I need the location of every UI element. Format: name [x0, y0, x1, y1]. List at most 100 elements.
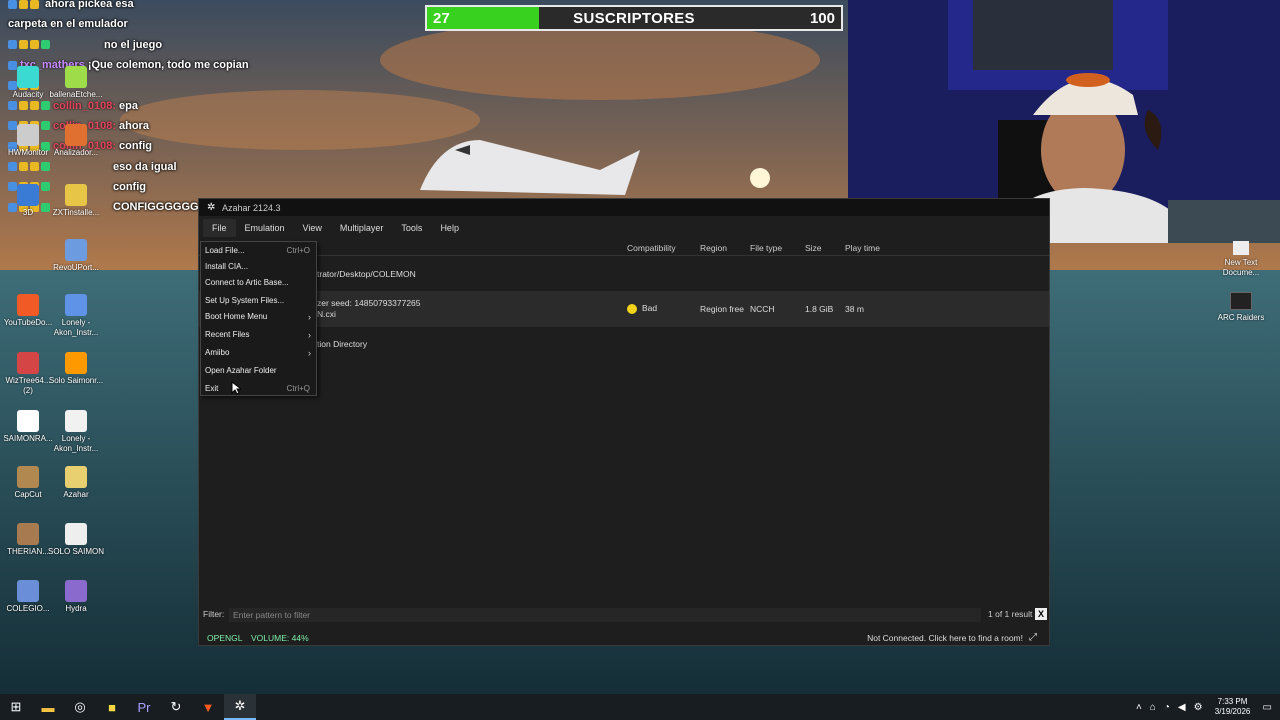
notification-icon[interactable]: ▭: [1263, 702, 1272, 713]
clock[interactable]: 7:33 PM 3/19/2026: [1211, 697, 1255, 717]
network-icon[interactable]: ⤢: [1029, 632, 1037, 643]
solo-saimonr-icon: [65, 352, 87, 374]
zxtinstaller-icon: [65, 184, 87, 206]
network-status[interactable]: Not Connected. Click here to find a room…: [867, 633, 1023, 643]
col-compatibility[interactable]: Compatibility: [627, 243, 676, 253]
file-menu-item-exit[interactable]: Exit Ctrl+Q: [201, 381, 316, 397]
renderer-status[interactable]: OPENGL: [207, 633, 242, 643]
start-icon[interactable]: ⊞: [0, 694, 32, 720]
desktop-icon-solo-saimonr[interactable]: Solo Saimonr...: [48, 352, 104, 386]
desktop-icon-ballenaetche[interactable]: ballenaEtche...: [48, 66, 104, 100]
file-menu-item-connect-to-artic-base[interactable]: Connect to Artic Base...: [201, 275, 316, 291]
submenu-arrow-icon: ›: [308, 348, 311, 358]
3d-icon: [17, 184, 39, 206]
premiere-icon[interactable]: Pr: [128, 694, 160, 720]
col-play-time[interactable]: Play time: [845, 243, 880, 253]
file-menu-item-load-file[interactable]: Load File... Ctrl+O: [201, 243, 316, 259]
analizador-icon: [65, 124, 87, 146]
menu-view[interactable]: View: [294, 219, 331, 237]
refresh-app-icon[interactable]: ↻: [160, 694, 192, 720]
sticky-icon[interactable]: ■: [96, 694, 128, 720]
menu-emulation[interactable]: Emulation: [236, 219, 294, 237]
chat-line: carpeta en el emulador: [8, 18, 128, 31]
col-region[interactable]: Region: [700, 243, 727, 253]
wifi-icon[interactable]: ◔: [1164, 702, 1170, 713]
desktop-icon-analizador[interactable]: Analizador...: [48, 124, 104, 158]
hydra-icon: [65, 580, 87, 602]
hwmonitor-icon: [17, 124, 39, 146]
volume-status[interactable]: VOLUME: 44%: [251, 633, 309, 643]
desktop-icon-solo-saimon[interactable]: SOLO SAIMON: [48, 523, 104, 557]
subscriber-goal-bar: 27 SUSCRIPTORES 100: [425, 5, 843, 31]
submenu-arrow-icon: ›: [308, 330, 311, 340]
file-menu-item-amiibo[interactable]: Amiibo ›: [201, 345, 316, 361]
file-explorer-icon[interactable]: ▬: [32, 694, 64, 720]
network-tray-icon[interactable]: ⌂: [1150, 702, 1156, 713]
taskbar: ⊞ ▬ ◎ ■ Pr ↻ ▼ ✲ ˄ ⌂ ◔ ◀ ⚙ 7:33 PM 3/19/…: [0, 694, 1280, 720]
chat-line: no el juego: [8, 35, 268, 55]
volume-icon[interactable]: ◀: [1178, 702, 1186, 713]
game-row[interactable]: zer seed: 14850793377265 N.cxi Bad Regio…: [199, 291, 1049, 327]
file-menu-item-boot-home-menu[interactable]: Boot Home Menu ›: [201, 309, 316, 325]
chat-line: ahora pickea esa: [8, 0, 268, 14]
filter-label: Filter:: [203, 609, 225, 619]
compat-bad-indicator: [627, 303, 637, 314]
lonely-akon-icon: [65, 294, 87, 316]
desktop-icon-revouport[interactable]: RevoUPort...: [48, 239, 104, 273]
gear-icon[interactable]: ⚙: [1194, 702, 1203, 713]
game-list-header: Compatibility Region File type Size Play…: [199, 240, 1049, 256]
chat-line: eso da igual: [8, 156, 268, 176]
window-titlebar[interactable]: ✲ Azahar 2124.3: [199, 199, 1049, 216]
mouse-cursor-icon: [231, 381, 241, 395]
desktop-icon-lonely-akon[interactable]: Lonely - Akon_Instr...: [48, 294, 104, 338]
desktop-icon-new-text-document[interactable]: New Text Docume...: [1210, 241, 1272, 278]
app-directory-row[interactable]: tion Directory: [199, 339, 1049, 351]
filter-result-count: 1 of 1 result: [988, 609, 1033, 619]
brave-icon[interactable]: ▼: [192, 694, 224, 720]
compatibility-cell: Bad: [627, 303, 657, 314]
desktop-icon-azahar[interactable]: Azahar: [48, 466, 104, 500]
desktop-icon-lonely-akon-2[interactable]: Lonely - Akon_Instr...: [48, 410, 104, 454]
system-tray: ˄ ⌂ ◔ ◀ ⚙ 7:33 PM 3/19/2026 ▭: [1136, 694, 1280, 720]
ballenaetche-icon: [65, 66, 87, 88]
region-cell: Region free: [700, 304, 744, 314]
menu-file[interactable]: File: [203, 219, 236, 237]
submenu-arrow-icon: ›: [308, 312, 311, 322]
azahar-window: ✲ Azahar 2124.3 File Emulation View Mult…: [198, 198, 1050, 646]
file-menu-item-set-up-system-files[interactable]: Set Up System Files...: [201, 293, 316, 309]
subscriber-label: SUSCRIPTORES: [573, 9, 695, 27]
saimonra-icon: [17, 410, 39, 432]
youtubedo-icon: [17, 294, 39, 316]
folder-row[interactable]: trator/Desktop/COLEMON: [199, 269, 1049, 281]
therian-icon: [17, 523, 39, 545]
clear-filter-button[interactable]: X: [1035, 608, 1047, 620]
file-menu-item-install-cia[interactable]: Install CIA...: [201, 259, 316, 275]
menu-help[interactable]: Help: [431, 219, 468, 237]
shortcut-label: Ctrl+Q: [286, 384, 310, 393]
col-file-type[interactable]: File type: [750, 243, 782, 253]
menu-bar: File Emulation View Multiplayer Tools He…: [199, 216, 1049, 240]
file-menu-item-recent-files[interactable]: Recent Files ›: [201, 327, 316, 343]
azahar-icon[interactable]: ✲: [224, 694, 256, 720]
audacity-icon: [17, 66, 39, 88]
file-menu-item-open-azahar-folder[interactable]: Open Azahar Folder: [201, 363, 316, 379]
menu-tools[interactable]: Tools: [392, 219, 431, 237]
playtime-cell: 38 m: [845, 304, 864, 314]
desktop-icon-zxtinstaller[interactable]: ZXTinstalle...: [48, 184, 104, 218]
desktop-icon-hydra[interactable]: Hydra: [48, 580, 104, 614]
menu-multiplayer[interactable]: Multiplayer: [331, 219, 393, 237]
colegio-icon: [17, 580, 39, 602]
chevron-up-icon[interactable]: ˄: [1136, 702, 1142, 713]
filter-bar: Filter: Enter pattern to filter 1 of 1 r…: [199, 606, 1049, 624]
filter-input[interactable]: Enter pattern to filter: [229, 608, 981, 622]
filetype-cell: NCCH: [750, 304, 775, 314]
file-menu-dropdown: Load File... Ctrl+O Install CIA... Connect …: [200, 241, 317, 396]
solo-saimon-icon: [65, 523, 87, 545]
text-document-icon: [1233, 241, 1249, 255]
desktop-icon-arc-raiders[interactable]: ARC Raiders: [1210, 292, 1272, 323]
col-size[interactable]: Size: [805, 243, 822, 253]
subscriber-count: 27: [433, 9, 450, 27]
chrome-icon[interactable]: ◎: [64, 694, 96, 720]
revouport-icon: [65, 239, 87, 261]
arc-raiders-icon: [1230, 292, 1252, 310]
